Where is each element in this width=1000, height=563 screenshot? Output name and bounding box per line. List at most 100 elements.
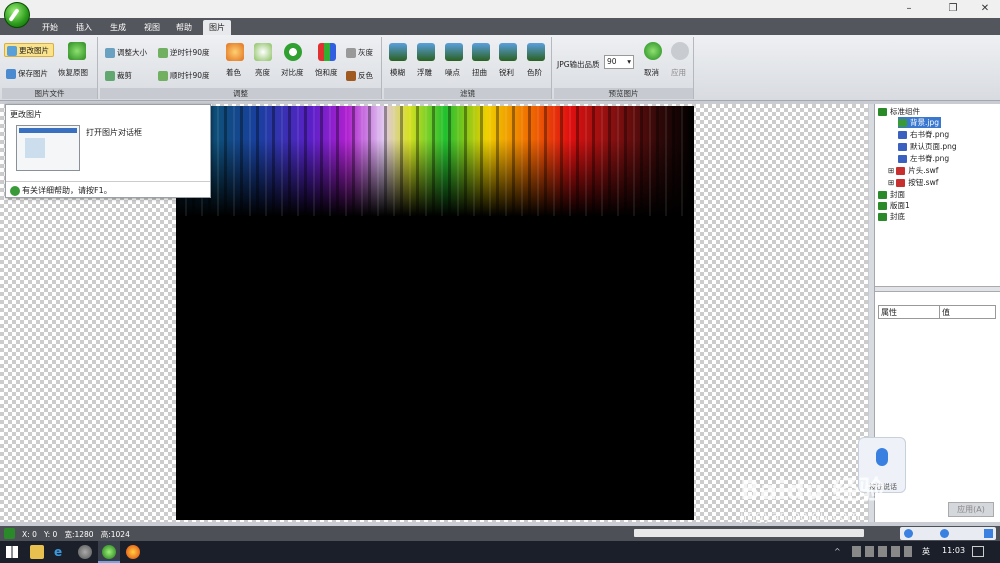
help-icon	[10, 185, 20, 196]
apply-preview-button[interactable]: 应用	[671, 67, 686, 78]
tree-item-layout1[interactable]: 版面1	[878, 200, 910, 211]
group-preview: JPG输出品质 90 ▾ 取消 应用 预览图片	[554, 37, 694, 99]
tab-insert[interactable]: 插入	[70, 20, 98, 35]
tree-item-intro[interactable]: ⊞ 片头.swf	[888, 165, 938, 176]
noise-button[interactable]: 噪点	[445, 67, 460, 78]
jpg-file-icon	[898, 119, 907, 127]
tree-item-left-spine[interactable]: 左书脊.png	[898, 153, 949, 164]
grayscale-button[interactable]: 灰度	[346, 47, 373, 58]
baidu-watermark: Baidu 经验 jingyan.baidu.com	[740, 476, 885, 524]
zoom-slider[interactable]	[634, 529, 864, 537]
distort-icon	[472, 43, 490, 61]
tab-view[interactable]: 视图	[138, 20, 166, 35]
rotate-cw-button[interactable]: 顺时针90度	[158, 70, 210, 81]
restore-original-button[interactable]: 恢复原图	[58, 67, 88, 78]
invert-icon	[346, 71, 356, 81]
png-file-icon	[898, 131, 907, 139]
cancel-button[interactable]: 取消	[644, 67, 659, 78]
distort-button[interactable]: 扭曲	[472, 67, 487, 78]
jpg-quality-label: JPG输出品质	[557, 60, 600, 69]
rotate-cw-icon	[158, 71, 168, 81]
tree-item-button[interactable]: ⊞ 按钮.swf	[888, 177, 938, 188]
grayscale-icon	[346, 48, 356, 58]
status-bar: X: 0 Y: 0 宽:1280 高:1024	[0, 526, 1000, 541]
invert-button[interactable]: 反色	[346, 70, 373, 81]
status-icon	[4, 528, 15, 539]
save-icon	[6, 69, 16, 79]
rotate-ccw-button[interactable]: 逆时针90度	[158, 47, 210, 58]
minimize-button[interactable]: –	[896, 0, 922, 18]
status-width: 1280	[74, 530, 94, 539]
tree-item-default-page[interactable]: 默认页面.png	[898, 141, 957, 152]
saturation-button[interactable]: 饱和度	[315, 67, 338, 78]
group-title-file: 图片文件	[2, 88, 97, 99]
tray-icons[interactable]	[852, 546, 912, 557]
firefox-icon[interactable]	[126, 545, 140, 559]
background-image	[176, 106, 694, 216]
tab-generate[interactable]: 生成	[104, 20, 132, 35]
edge-icon[interactable]: e	[54, 545, 68, 559]
close-button[interactable]: ✕	[972, 0, 998, 18]
resize-button[interactable]: 调整大小	[105, 47, 147, 58]
contrast-button[interactable]: 对比度	[281, 67, 304, 78]
clock[interactable]: 11:03	[942, 546, 965, 555]
microphone-icon[interactable]	[940, 529, 949, 538]
windows-start-icon[interactable]	[6, 546, 18, 558]
blur-button[interactable]: 模糊	[390, 67, 405, 78]
toolbar-icons[interactable]	[900, 527, 996, 540]
sharpen-button[interactable]: 锐利	[499, 67, 514, 78]
posterize-icon	[527, 43, 545, 61]
jpg-quality-select[interactable]: 90 ▾	[604, 55, 634, 69]
group-image-file: 更改图片 保存图片 恢复原图 图片文件	[2, 37, 98, 99]
folder-icon	[878, 108, 887, 116]
tree-item-right-spine[interactable]: 右书脊.png	[898, 129, 949, 140]
chevron-down-icon: ▾	[627, 57, 631, 66]
property-column-header: 属性	[881, 308, 897, 317]
change-image-button[interactable]: 更改图片	[4, 43, 54, 57]
settings-icon[interactable]	[904, 529, 913, 538]
tray-chevron-icon[interactable]: ^	[834, 547, 841, 556]
taskbar-active-app[interactable]	[98, 541, 120, 563]
brightness-button[interactable]: 亮度	[255, 67, 270, 78]
file-explorer-icon[interactable]	[30, 545, 44, 559]
group-title-adjust: 调整	[100, 88, 381, 99]
posterize-button[interactable]: 色阶	[527, 67, 542, 78]
tree-item-cover[interactable]: 封面	[878, 189, 905, 200]
tint-button[interactable]: 着色	[226, 67, 241, 78]
group-adjust: 调整大小 逆时针90度 裁剪 顺时针90度 着色 亮度 对比度 饱和度 灰度 反…	[100, 37, 382, 99]
status-x: 0	[32, 530, 37, 539]
expand-icon[interactable]: ⊞	[888, 166, 894, 175]
ribbon: 更改图片 保存图片 恢复原图 图片文件 调整大小 逆时针90度 裁剪 顺时针90…	[0, 35, 1000, 101]
tree-item-background[interactable]: 背景.jpg	[898, 117, 941, 128]
save-image-button[interactable]: 保存图片	[6, 68, 48, 79]
app-logo-icon	[102, 545, 116, 559]
expand-icon[interactable]: ⊞	[888, 178, 894, 187]
app-icon[interactable]	[78, 545, 92, 559]
ime-indicator[interactable]: 英	[922, 546, 930, 557]
notification-icon[interactable]	[972, 546, 984, 557]
apply-button[interactable]: 应用(A)	[948, 502, 994, 517]
brightness-icon	[254, 43, 272, 61]
app-logo-icon[interactable]	[4, 2, 30, 28]
image-canvas[interactable]	[176, 106, 694, 520]
panel-splitter[interactable]	[875, 286, 1000, 292]
cancel-icon	[644, 42, 662, 60]
crop-icon	[105, 71, 115, 81]
tab-start[interactable]: 开始	[36, 20, 64, 35]
tree-item-back-cover[interactable]: 封底	[878, 211, 905, 222]
blur-icon	[389, 43, 407, 61]
tree-root[interactable]: 标准组件	[878, 106, 920, 117]
restore-icon	[68, 42, 86, 60]
crop-button[interactable]: 裁剪	[105, 70, 132, 81]
swf-file-icon	[896, 167, 906, 175]
contrast-icon	[284, 43, 302, 61]
emboss-button[interactable]: 浮雕	[417, 67, 432, 78]
tooltip-change-image: 更改图片 打开图片对话框 有关详细帮助，请按F1。	[5, 104, 211, 198]
gear-icon[interactable]	[984, 529, 993, 538]
tooltip-description: 打开图片对话框	[86, 128, 142, 137]
tab-help[interactable]: 帮助	[170, 20, 198, 35]
tab-image[interactable]: 图片	[203, 20, 231, 35]
ribbon-tab-bar: 开始 插入 生成 视图 帮助 图片	[0, 18, 1000, 35]
restore-button[interactable]: ❐	[940, 0, 966, 18]
resize-icon	[105, 48, 115, 58]
